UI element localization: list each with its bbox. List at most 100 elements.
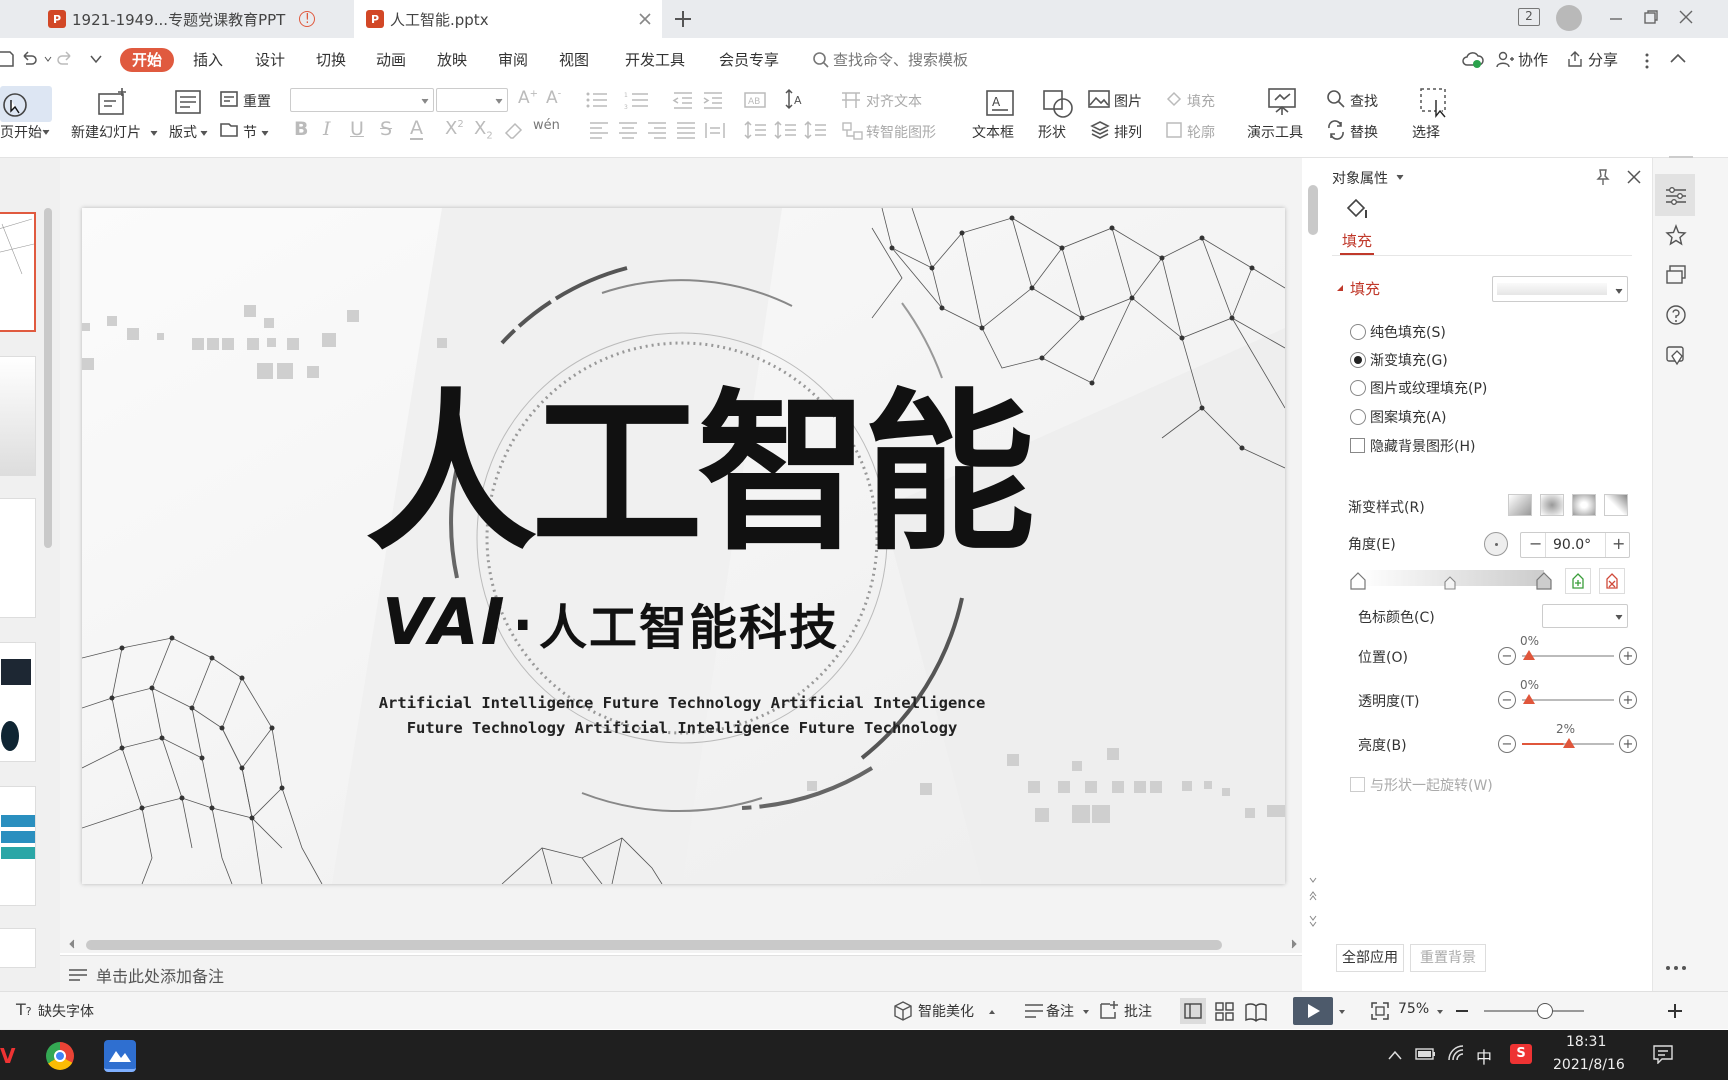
notes-toggle-button[interactable]: 备注: [1046, 1001, 1074, 1021]
smartart-icon[interactable]: [842, 122, 864, 140]
thumbnail-scrollbar[interactable]: [44, 208, 52, 548]
reset-icon[interactable]: [219, 90, 239, 108]
menu-developer[interactable]: 开发工具: [625, 48, 685, 72]
missing-font-button[interactable]: 缺失字体: [38, 1001, 94, 1021]
clock-time[interactable]: 18:31: [1566, 1034, 1606, 1050]
tab-fill[interactable]: 填充: [1342, 230, 1372, 251]
add-stop-button[interactable]: [1565, 568, 1591, 594]
command-search-input[interactable]: 查找命令、搜索模板: [833, 48, 968, 72]
new-tab-icon[interactable]: [674, 10, 692, 28]
zoom-in-icon[interactable]: [1667, 1003, 1683, 1019]
gradient-style-radial[interactable]: [1540, 494, 1564, 516]
slide-thumbnail[interactable]: [0, 928, 36, 968]
column-spacing-icon[interactable]: [774, 120, 798, 140]
tray-expand-icon[interactable]: [1388, 1050, 1402, 1060]
reading-view-icon[interactable]: [1245, 1002, 1267, 1022]
menu-transitions[interactable]: 切换: [316, 48, 346, 72]
bullet-list-icon[interactable]: [585, 90, 611, 110]
stop-color-select[interactable]: [1542, 604, 1628, 628]
fill-section-header[interactable]: 填充: [1350, 278, 1380, 299]
align-left-icon[interactable]: [588, 120, 610, 140]
undo-dropdown-icon[interactable]: [44, 55, 52, 63]
rotate-with-shape-checkbox[interactable]: [1350, 777, 1365, 792]
pin-icon[interactable]: [1594, 168, 1612, 186]
reset-button[interactable]: 重置: [243, 91, 271, 111]
find-button[interactable]: 查找: [1350, 91, 1378, 111]
menu-animation[interactable]: 动画: [376, 48, 406, 72]
canvas-horizontal-scrollbar[interactable]: [86, 940, 1222, 950]
clear-format-icon[interactable]: [504, 122, 524, 140]
shape-button[interactable]: 形状: [1038, 122, 1066, 142]
font-size-select[interactable]: [436, 88, 508, 112]
subscript-icon[interactable]: X2: [474, 118, 493, 142]
picture-icon[interactable]: [1088, 90, 1110, 108]
fill-color-select[interactable]: [1492, 276, 1628, 302]
textbox-button[interactable]: 文本框: [972, 122, 1014, 142]
brightness-slider-thumb[interactable]: [1563, 738, 1575, 748]
undo-icon[interactable]: [20, 51, 38, 67]
replace-icon[interactable]: [1326, 120, 1346, 140]
window-count-badge[interactable]: 2: [1518, 8, 1540, 26]
menu-insert[interactable]: 插入: [193, 48, 223, 72]
scroll-right-icon[interactable]: [1290, 939, 1298, 949]
radio-gradient-fill[interactable]: [1350, 352, 1366, 368]
textbox-icon[interactable]: A: [984, 88, 1016, 118]
menu-slideshow[interactable]: 放映: [437, 48, 467, 72]
radio-solid-fill[interactable]: [1350, 324, 1366, 340]
gradient-style-rect[interactable]: [1572, 494, 1596, 516]
slide-thumbnail[interactable]: [0, 786, 36, 906]
star-tool-icon[interactable]: [1665, 224, 1687, 246]
chrome-taskbar-icon[interactable]: [46, 1042, 74, 1070]
clock-date[interactable]: 2021/8/16: [1553, 1057, 1625, 1073]
slides-panel-icon[interactable]: [1665, 264, 1687, 286]
dropdown-icon[interactable]: [150, 129, 158, 137]
slide-sorter-icon[interactable]: [1215, 1002, 1235, 1022]
distribute-icon[interactable]: [704, 120, 726, 140]
select-icon[interactable]: [1418, 86, 1450, 118]
menu-home[interactable]: 开始: [120, 48, 175, 72]
scroll-left-icon[interactable]: [68, 939, 76, 949]
smart-beautify-button[interactable]: 智能美化: [918, 1001, 974, 1021]
shape-icon[interactable]: [1041, 88, 1075, 120]
slide-thumbnail[interactable]: [0, 498, 36, 618]
zoom-slider-thumb[interactable]: [1537, 1003, 1553, 1019]
transparency-slider[interactable]: [1522, 699, 1614, 701]
arrange-button[interactable]: 排列: [1114, 122, 1142, 142]
select-button[interactable]: 选择: [1412, 122, 1440, 142]
dropdown-icon[interactable]: [1396, 173, 1404, 181]
arrange-icon[interactable]: [1090, 120, 1110, 140]
restore-icon[interactable]: [1643, 9, 1659, 25]
align-right-icon[interactable]: [646, 120, 668, 140]
comments-button[interactable]: 批注: [1124, 1001, 1152, 1021]
convert-smartart-button[interactable]: 转智能图形: [866, 122, 936, 142]
numbered-list-icon[interactable]: 13: [624, 90, 654, 110]
redo-icon[interactable]: [56, 51, 74, 67]
zoom-slider[interactable]: [1484, 1010, 1584, 1012]
dropdown-icon[interactable]: [1082, 1008, 1090, 1016]
help-icon[interactable]: [1665, 304, 1687, 326]
input-method-icon[interactable]: S: [1510, 1044, 1532, 1064]
menu-member[interactable]: 会员专享: [719, 48, 779, 72]
panel-title[interactable]: 对象属性: [1332, 168, 1388, 188]
position-slider-thumb[interactable]: [1523, 650, 1535, 660]
brightness-decrement[interactable]: −: [1498, 735, 1516, 753]
transparency-increment[interactable]: +: [1619, 691, 1637, 709]
outline-button[interactable]: 轮廓: [1187, 122, 1215, 142]
share-button[interactable]: 分享: [1588, 48, 1618, 72]
font-color-icon[interactable]: A: [410, 118, 423, 140]
dropdown-icon[interactable]: [1436, 1008, 1444, 1016]
new-slide-icon[interactable]: [96, 86, 130, 118]
brightness-increment[interactable]: +: [1619, 735, 1637, 753]
document-tab-party-course[interactable]: P 1921-1949...专题党课教育PPT !: [36, 0, 354, 38]
cloud-sync-icon[interactable]: [1462, 50, 1484, 70]
delete-stop-button[interactable]: [1599, 568, 1625, 594]
close-tab-icon[interactable]: [638, 12, 652, 26]
slide[interactable]: 人工智能 VAI · 人工智能科技 Artificial Intelligence …: [82, 208, 1285, 884]
fill-button[interactable]: 填充: [1187, 91, 1215, 111]
section-icon[interactable]: [219, 120, 239, 138]
slide-title[interactable]: 人工智能: [312, 388, 1082, 560]
play-slideshow-button[interactable]: [1293, 997, 1333, 1025]
layout-icon[interactable]: [173, 88, 203, 116]
section-button[interactable]: 节: [243, 122, 257, 142]
find-icon[interactable]: [1326, 89, 1346, 109]
